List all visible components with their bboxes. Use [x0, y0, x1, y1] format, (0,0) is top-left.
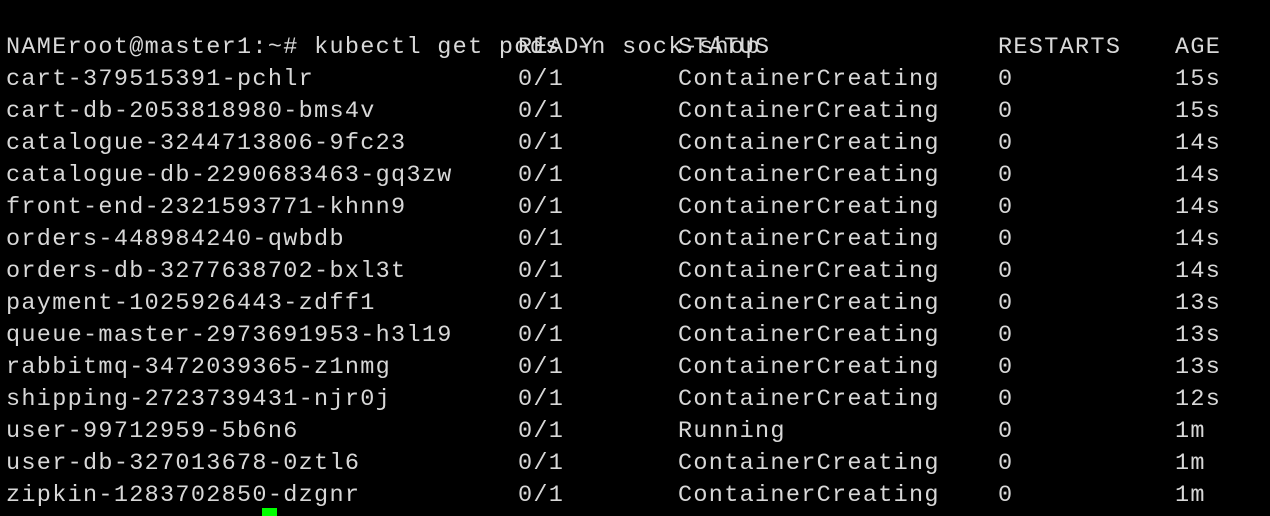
- pod-restarts: 0: [998, 322, 1014, 349]
- pod-ready: 0/1: [518, 98, 565, 125]
- pod-ready: 0/1: [518, 322, 565, 349]
- pod-ready: 0/1: [518, 226, 565, 253]
- pod-ready: 0/1: [518, 354, 565, 381]
- header-status: STATUS: [678, 34, 771, 61]
- pod-status: ContainerCreating: [678, 386, 940, 413]
- pod-name: cart-379515391-pchlr: [6, 66, 315, 93]
- pod-age: 13s: [1175, 290, 1222, 317]
- pod-ready: 0/1: [518, 290, 565, 317]
- pod-status: ContainerCreating: [678, 66, 940, 93]
- header-ready: READY: [518, 34, 596, 61]
- pod-status: ContainerCreating: [678, 482, 940, 509]
- pod-age: 15s: [1175, 66, 1222, 93]
- pod-restarts: 0: [998, 354, 1014, 381]
- pod-restarts: 0: [998, 226, 1014, 253]
- pod-name: front-end-2321593771-khnn9: [6, 194, 407, 221]
- pod-restarts: 0: [998, 482, 1014, 509]
- pod-name: queue-master-2973691953-h3l19: [6, 322, 453, 349]
- pod-ready: 0/1: [518, 130, 565, 157]
- shell-prompt: root@master1:~#: [67, 34, 299, 61]
- pod-restarts: 0: [998, 194, 1014, 221]
- terminal-window[interactable]: root@master1:~# kubectl get pods -n sock…: [0, 0, 1270, 516]
- pod-status: ContainerCreating: [678, 290, 940, 317]
- pod-status: ContainerCreating: [678, 258, 940, 285]
- pod-age: 14s: [1175, 226, 1222, 253]
- pod-age: 1m: [1175, 450, 1206, 477]
- pod-name: orders-db-3277638702-bxl3t: [6, 258, 407, 285]
- pod-name: catalogue-3244713806-9fc23: [6, 130, 407, 157]
- pod-status: ContainerCreating: [678, 162, 940, 189]
- pod-ready: 0/1: [518, 450, 565, 477]
- pod-age: 14s: [1175, 130, 1222, 157]
- pod-status: ContainerCreating: [678, 194, 940, 221]
- pod-restarts: 0: [998, 98, 1014, 125]
- pod-restarts: 0: [998, 66, 1014, 93]
- terminal-cursor: [262, 508, 277, 516]
- pod-name: user-99712959-5b6n6: [6, 418, 299, 445]
- pod-restarts: 0: [998, 162, 1014, 189]
- header-age: AGE: [1175, 34, 1222, 61]
- pod-name: zipkin-1283702850-dzgnr: [6, 482, 361, 509]
- pod-age: 12s: [1175, 386, 1222, 413]
- header-name: NAME: [6, 34, 68, 61]
- pod-ready: 0/1: [518, 482, 565, 509]
- pod-age: 15s: [1175, 98, 1222, 125]
- pod-restarts: 0: [998, 130, 1014, 157]
- pod-age: 13s: [1175, 322, 1222, 349]
- pod-name: shipping-2723739431-njr0j: [6, 386, 392, 413]
- pod-status: ContainerCreating: [678, 450, 940, 477]
- table-header: NAME READY STATUS RESTARTS AGE: [6, 32, 1220, 64]
- pod-ready: 0/1: [518, 418, 565, 445]
- pod-restarts: 0: [998, 418, 1014, 445]
- pod-name: catalogue-db-2290683463-gq3zw: [6, 162, 453, 189]
- pod-status: ContainerCreating: [678, 322, 940, 349]
- pod-status: ContainerCreating: [678, 226, 940, 253]
- pod-name: orders-448984240-qwbdb: [6, 226, 345, 253]
- pod-status: ContainerCreating: [678, 98, 940, 125]
- command-line: root@master1:~# kubectl get pods -n sock…: [6, 0, 761, 61]
- pod-status: ContainerCreating: [678, 354, 940, 381]
- header-restarts: RESTARTS: [998, 34, 1122, 61]
- pod-ready: 0/1: [518, 162, 565, 189]
- pod-ready: 0/1: [518, 194, 565, 221]
- pod-status: Running: [678, 418, 786, 445]
- pod-age: 14s: [1175, 162, 1222, 189]
- pod-age: 14s: [1175, 194, 1222, 221]
- pod-restarts: 0: [998, 290, 1014, 317]
- pod-name: cart-db-2053818980-bms4v: [6, 98, 376, 125]
- pod-name: payment-1025926443-zdff1: [6, 290, 376, 317]
- pod-name: user-db-327013678-0ztl6: [6, 450, 361, 477]
- pod-restarts: 0: [998, 258, 1014, 285]
- pod-ready: 0/1: [518, 258, 565, 285]
- pod-ready: 0/1: [518, 66, 565, 93]
- pod-age: 1m: [1175, 418, 1206, 445]
- pod-name: rabbitmq-3472039365-z1nmg: [6, 354, 392, 381]
- pod-age: 14s: [1175, 258, 1222, 285]
- pod-status: ContainerCreating: [678, 130, 940, 157]
- pod-age: 1m: [1175, 482, 1206, 509]
- pod-ready: 0/1: [518, 386, 565, 413]
- pod-restarts: 0: [998, 386, 1014, 413]
- pod-restarts: 0: [998, 450, 1014, 477]
- pod-age: 13s: [1175, 354, 1222, 381]
